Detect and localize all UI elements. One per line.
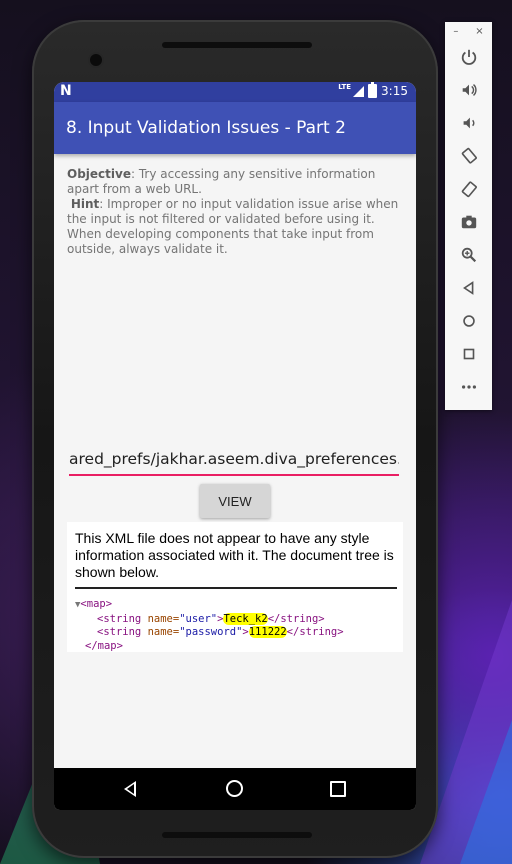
- volume-down-button[interactable]: [445, 106, 492, 139]
- volume-down-icon: [463, 117, 475, 128]
- home-icon: [462, 314, 475, 327]
- xml-entry-password: <string name="password">111222</string>: [97, 626, 344, 638]
- password-value: 111222: [248, 626, 287, 638]
- home-icon[interactable]: [226, 780, 243, 797]
- objective-paragraph: Objective: Try accessing any sensitive i…: [67, 167, 407, 197]
- camera-icon: [461, 215, 476, 228]
- url-input[interactable]: ared_prefs/jakhar.aseem.diva_preferences…: [69, 450, 399, 476]
- emulator-toolbar: – ×: [445, 22, 492, 410]
- rotate-right-button[interactable]: [445, 172, 492, 205]
- device-screen: N LTE 3:15 8. Input Validation Issues - …: [54, 82, 416, 810]
- panel-home-button[interactable]: [445, 304, 492, 337]
- view-button[interactable]: VIEW: [200, 484, 270, 518]
- page-title: 8. Input Validation Issues - Part 2: [66, 118, 346, 138]
- notification-logo: N: [60, 83, 72, 99]
- xml-root-close: </map>: [85, 639, 123, 652]
- xml-root-open: ▼<map>: [75, 598, 113, 610]
- hint-paragraph: Hint: Improper or no input validation is…: [67, 197, 407, 257]
- overview-icon: [463, 348, 474, 359]
- user-value: Teck_k2: [223, 612, 268, 625]
- signal-icon: [353, 85, 365, 97]
- screenshot-button[interactable]: [445, 205, 492, 238]
- webview-output: This XML file does not appear to have an…: [67, 522, 403, 652]
- minimize-button[interactable]: –: [453, 26, 458, 40]
- power-icon: [461, 49, 476, 65]
- more-button[interactable]: [445, 370, 492, 403]
- panel-back-button[interactable]: [445, 271, 492, 304]
- battery-icon: [368, 82, 378, 98]
- power-button[interactable]: [445, 40, 492, 73]
- hint-text: : Improper or no input validation issue …: [67, 197, 399, 256]
- front-camera: [90, 54, 102, 66]
- speaker-grille: [162, 42, 312, 48]
- close-button[interactable]: ×: [475, 26, 483, 40]
- rotate-right-icon: [461, 180, 477, 197]
- more-icon: [461, 384, 476, 389]
- panel-overview-button[interactable]: [445, 337, 492, 370]
- zoom-button[interactable]: [445, 238, 492, 271]
- rotate-left-icon: [461, 147, 477, 164]
- volume-up-icon: [462, 83, 477, 96]
- objective-label: Objective: [67, 167, 131, 181]
- hint-label: Hint: [70, 197, 100, 211]
- window-controls: – ×: [445, 22, 492, 40]
- recents-icon[interactable]: [330, 781, 346, 797]
- back-icon: [462, 280, 473, 295]
- network-type: LTE: [338, 83, 352, 91]
- xml-tree: ▼<map> <string name="user">Teck_k2</stri…: [75, 598, 344, 653]
- back-icon[interactable]: [124, 781, 136, 797]
- status-bar: N LTE 3:15: [54, 82, 416, 102]
- volume-up-button[interactable]: [445, 73, 492, 106]
- rotate-left-button[interactable]: [445, 139, 492, 172]
- xml-entry-user: <string name="user">Teck_k2</string>: [97, 612, 325, 625]
- status-time: 3:15: [381, 84, 408, 98]
- background-shard: [460, 720, 512, 864]
- status-icons: LTE 3:15: [338, 82, 408, 98]
- xml-style-note: This XML file does not appear to have an…: [75, 530, 397, 589]
- navigation-bar: [54, 768, 416, 810]
- app-bar: 8. Input Validation Issues - Part 2: [54, 102, 416, 154]
- instructions: Objective: Try accessing any sensitive i…: [67, 167, 407, 257]
- bottom-speaker: [162, 832, 312, 838]
- zoom-icon: [461, 247, 476, 262]
